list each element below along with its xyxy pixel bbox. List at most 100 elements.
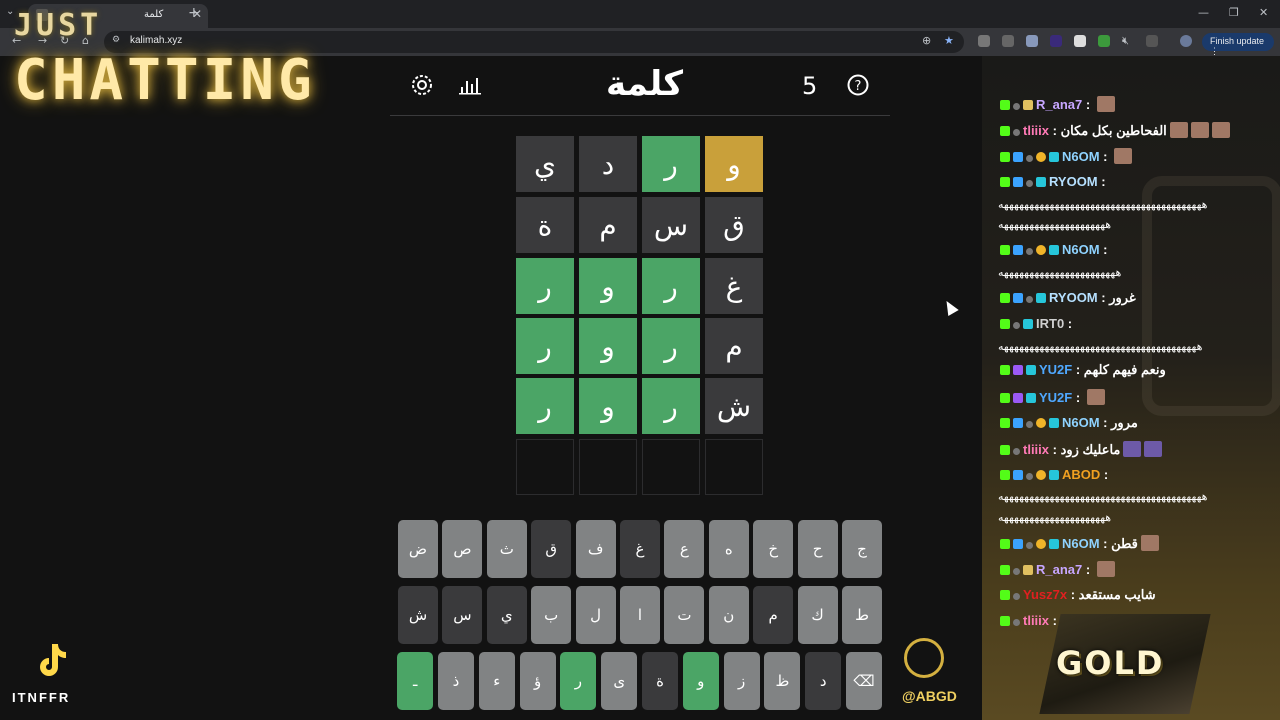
chat-emote-icon bbox=[1169, 122, 1188, 138]
chat-username[interactable]: tliiix bbox=[1023, 613, 1049, 628]
extensions-puzzle-icon[interactable] bbox=[1146, 35, 1158, 47]
keyboard-key[interactable]: ى bbox=[601, 652, 638, 710]
chat-badge-icon bbox=[1013, 129, 1020, 136]
keyboard-key[interactable]: ة bbox=[642, 652, 678, 710]
keyboard-key[interactable]: ذ bbox=[438, 652, 474, 710]
keyboard-key[interactable]: ظ bbox=[764, 652, 801, 710]
profile-avatar[interactable] bbox=[1180, 35, 1192, 47]
chat-badge-icon bbox=[1036, 245, 1046, 255]
close-window-icon[interactable]: ✕ bbox=[1259, 6, 1268, 19]
chat-badge-icon bbox=[1013, 593, 1020, 600]
keyboard-key[interactable]: ب bbox=[531, 586, 572, 644]
tab-title: كلمة bbox=[144, 9, 164, 20]
keyboard-key[interactable]: م bbox=[753, 586, 794, 644]
chat-badge-icon bbox=[1026, 155, 1033, 162]
chat-username[interactable]: N6OM bbox=[1062, 536, 1100, 551]
chat-username[interactable]: IRT0 bbox=[1036, 316, 1064, 331]
board-tile bbox=[705, 439, 763, 495]
keyboard-key[interactable]: ع bbox=[664, 520, 705, 578]
keyboard-key[interactable]: ك bbox=[797, 586, 838, 644]
chat-username[interactable]: YU2F bbox=[1039, 390, 1072, 405]
chat-badge-icon bbox=[1026, 248, 1033, 255]
chat-username[interactable]: tliiix bbox=[1023, 123, 1049, 138]
chat-message: N6OM : bbox=[1000, 242, 1108, 257]
board-tile: ة bbox=[516, 197, 574, 253]
help-icon[interactable]: ? bbox=[845, 72, 871, 98]
keyboard-key[interactable]: ش bbox=[398, 586, 438, 644]
keyboard-key[interactable]: ج bbox=[842, 520, 882, 578]
keyboard-key[interactable]: ت bbox=[664, 586, 705, 644]
keyboard-key[interactable]: ح bbox=[797, 520, 838, 578]
just-overlay-text: JUST bbox=[14, 8, 103, 43]
keyboard-key[interactable]: و bbox=[682, 652, 719, 710]
keyboard-key[interactable]: ـ bbox=[397, 652, 434, 710]
keyboard-key[interactable]: خ bbox=[753, 520, 794, 578]
keyboard-key[interactable]: ء bbox=[478, 652, 515, 710]
abod-handle: @ABGD bbox=[902, 688, 957, 704]
chat-username[interactable]: R_ana7 bbox=[1036, 562, 1082, 577]
shield-icon[interactable] bbox=[1026, 35, 1038, 47]
keyboard-key[interactable]: ا bbox=[620, 586, 660, 644]
browser-tab-bar: ⌄ كلمة ✕ + — ❐ ✕ bbox=[0, 0, 1280, 28]
extension-icon[interactable] bbox=[1002, 35, 1014, 47]
zoom-icon[interactable]: ⊕ bbox=[922, 34, 931, 47]
extension-icon[interactable] bbox=[1098, 35, 1110, 47]
chat-emote-icon bbox=[1190, 122, 1209, 138]
chat-username[interactable]: YU2F bbox=[1039, 362, 1072, 377]
chat-emote-icon bbox=[1211, 122, 1230, 138]
chat-badge-icon bbox=[1013, 293, 1023, 303]
new-tab-icon[interactable]: + bbox=[188, 5, 200, 21]
chat-username[interactable]: N6OM bbox=[1062, 242, 1100, 257]
keyboard-key[interactable]: غ bbox=[620, 520, 660, 578]
keyboard-key[interactable]: ن bbox=[708, 586, 749, 644]
keyboard-key[interactable]: ر bbox=[560, 652, 597, 710]
board-tile: م bbox=[579, 197, 637, 253]
chat-badge-icon bbox=[1023, 319, 1033, 329]
chat-username[interactable]: N6OM bbox=[1062, 415, 1100, 430]
chat-badge-icon bbox=[1013, 177, 1023, 187]
chat-separator: : bbox=[1082, 562, 1094, 577]
chat-badge-icon bbox=[1023, 565, 1033, 575]
finish-update-button[interactable]: Finish update ⋮ bbox=[1202, 33, 1274, 56]
backspace-key[interactable]: ⌫ bbox=[846, 652, 882, 710]
keyboard-key[interactable]: ض bbox=[398, 520, 438, 578]
chat-badge-icon bbox=[1023, 100, 1033, 110]
chat-username[interactable]: tliiix bbox=[1023, 442, 1049, 457]
chat-badge-icon bbox=[1013, 470, 1023, 480]
chat-spam-line: هههههههههههههههههههههههههههههههههههههههه… bbox=[998, 490, 1208, 503]
settings-gear-icon[interactable] bbox=[409, 72, 435, 98]
keyboard-key[interactable]: ق bbox=[531, 520, 572, 578]
chat-username[interactable]: Yusz7x bbox=[1023, 587, 1067, 602]
extension-icon[interactable] bbox=[978, 35, 990, 47]
keyboard-key[interactable]: ؤ bbox=[519, 652, 556, 710]
chat-separator: : bbox=[1049, 123, 1061, 138]
stats-chart-icon[interactable] bbox=[457, 72, 483, 98]
chat-message: tliiix : الفحاطين بكل مكان bbox=[1000, 122, 1230, 139]
keyboard-key[interactable]: ي bbox=[486, 586, 527, 644]
chat-text: ونعم فيهم كلهم bbox=[1083, 362, 1166, 377]
keyboard-key[interactable]: س bbox=[442, 586, 483, 644]
chat-username[interactable]: R_ana7 bbox=[1036, 97, 1082, 112]
chat-badge-icon bbox=[1026, 473, 1033, 480]
keyboard-key[interactable]: ف bbox=[575, 520, 616, 578]
keyboard-key[interactable]: د bbox=[805, 652, 842, 710]
keyboard-key[interactable]: ل bbox=[575, 586, 616, 644]
restore-icon[interactable]: ❐ bbox=[1229, 6, 1239, 19]
chat-username[interactable]: ABOD bbox=[1062, 467, 1100, 482]
bookmark-star-icon[interactable]: ★ bbox=[944, 34, 954, 47]
chat-badge-icon bbox=[1000, 418, 1010, 428]
chatting-overlay-text: CHATTING bbox=[14, 48, 316, 113]
minimize-icon[interactable]: — bbox=[1198, 6, 1209, 19]
extension-icon[interactable] bbox=[1074, 35, 1086, 47]
chat-username[interactable]: N6OM bbox=[1062, 149, 1100, 164]
keyboard-key[interactable]: ط bbox=[842, 586, 882, 644]
keyboard-key[interactable]: ه bbox=[708, 520, 749, 578]
keyboard-key[interactable]: ث bbox=[486, 520, 527, 578]
mute-icon[interactable]: 🔇︎ bbox=[1122, 34, 1129, 48]
extension-icon[interactable] bbox=[1050, 35, 1062, 47]
site-info-icon[interactable]: ⚙ bbox=[112, 35, 120, 45]
chat-username[interactable]: RYOOM bbox=[1049, 290, 1098, 305]
keyboard-key[interactable]: ز bbox=[723, 652, 760, 710]
chat-username[interactable]: RYOOM bbox=[1049, 174, 1098, 189]
keyboard-key[interactable]: ص bbox=[442, 520, 483, 578]
